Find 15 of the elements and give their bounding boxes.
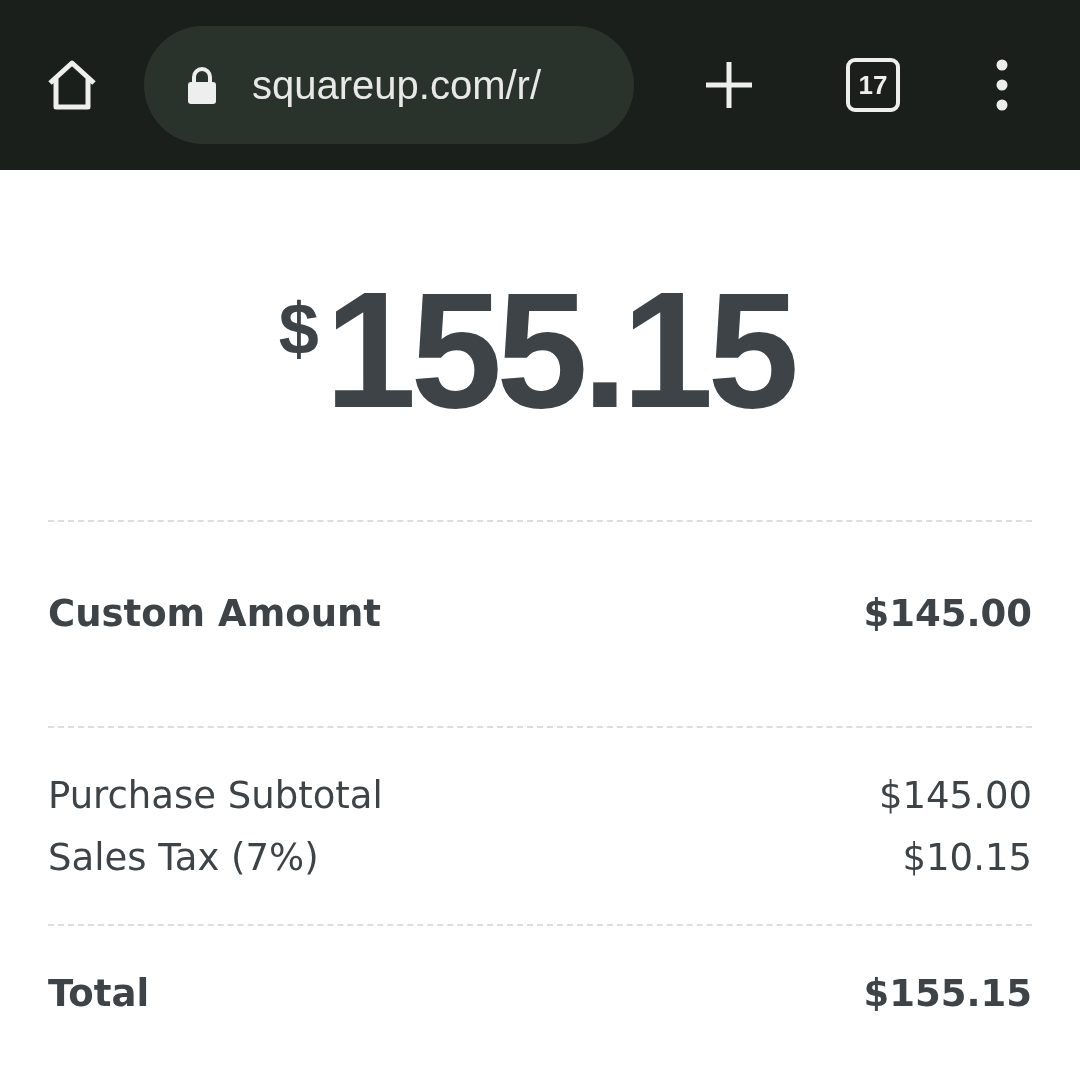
- url-text: squareup.com/r/: [252, 62, 542, 108]
- line-amount: $145.00: [863, 591, 1032, 637]
- line-label: Purchase Subtotal: [48, 773, 383, 819]
- line-amount: $10.15: [902, 835, 1032, 881]
- plus-icon[interactable]: [704, 60, 754, 110]
- address-bar[interactable]: squareup.com/r/: [144, 26, 634, 144]
- total-amount: 155.15: [324, 270, 795, 430]
- line-amount: $145.00: [879, 773, 1032, 819]
- currency-symbol: $: [278, 288, 319, 370]
- line-amount: $155.15: [863, 971, 1032, 1017]
- line-label: Custom Amount: [48, 591, 382, 637]
- line-label: Total: [48, 971, 150, 1017]
- line-label: Sales Tax (7%): [48, 835, 319, 881]
- tab-count-button[interactable]: 17: [846, 58, 900, 112]
- lock-icon: [186, 65, 218, 105]
